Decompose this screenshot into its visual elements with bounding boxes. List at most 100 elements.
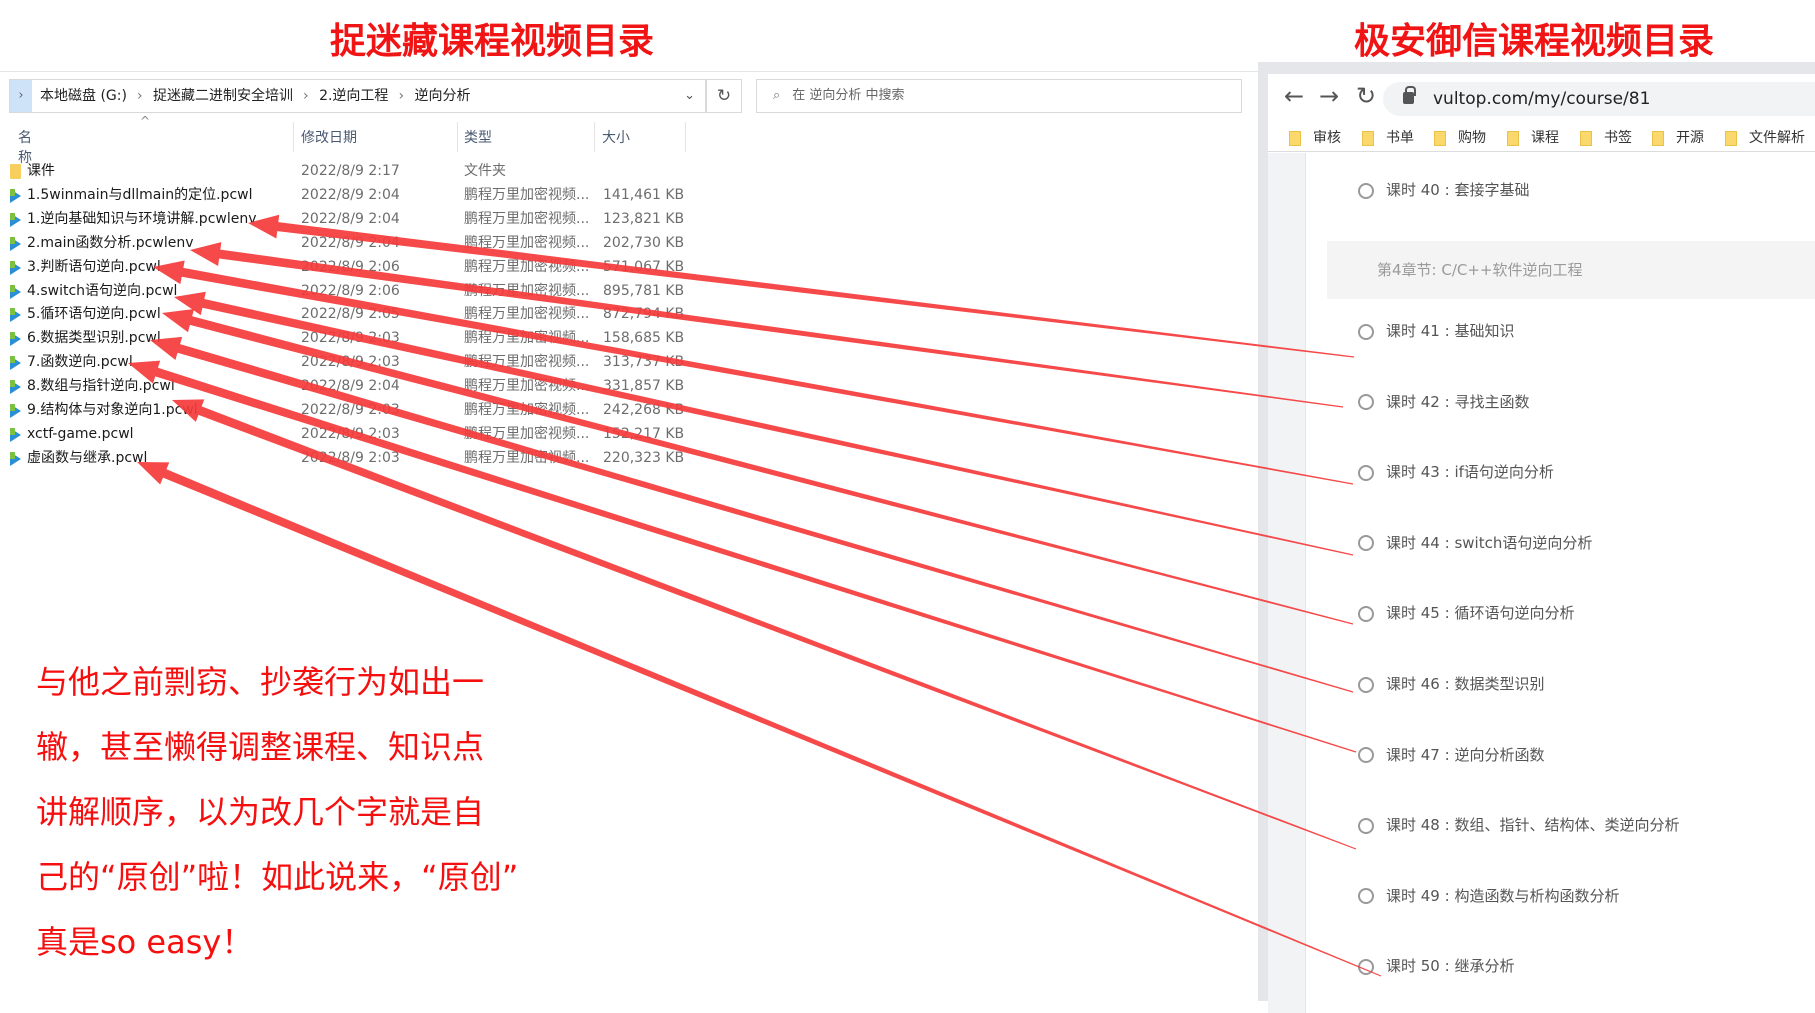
breadcrumb: 本地磁盘 (G:) › 捉迷藏二进制安全培训 › 2.逆向工程 › 逆向分析 (40, 88, 471, 104)
column-header-date[interactable]: 修改日期 (301, 127, 357, 147)
bookmark-item[interactable]: 书单 (1362, 127, 1414, 147)
lesson-item[interactable]: 课时 45 : 循环语句逆向分析 (1358, 602, 1574, 623)
breadcrumb-item[interactable]: 本地磁盘 (G:) (40, 88, 127, 104)
chevron-down-icon[interactable]: ⌄ (684, 80, 695, 112)
chevron-right-icon[interactable]: › (10, 80, 32, 112)
file-size: 141,461 KB (603, 186, 685, 203)
file-type: 鹏程万里加密视频... (464, 234, 590, 251)
file-row[interactable]: 虚函数与继承.pcwl 2022/8/9 2:03 鹏程万里加密视频... 22… (0, 447, 700, 470)
breadcrumb-item[interactable]: 2.逆向工程 (319, 88, 388, 104)
lesson-item[interactable]: 课时 40 : 套接字基础 (1358, 179, 1529, 200)
file-date: 2022/8/9 2:03 (301, 449, 400, 466)
file-type: 鹏程万里加密视频... (464, 210, 590, 227)
lesson-item[interactable]: 课时 49 : 构造函数与析构函数分析 (1358, 885, 1619, 906)
file-date: 2022/8/9 2:06 (301, 258, 400, 275)
file-row[interactable]: 9.结构体与对象逆向1.pcwl 2022/8/9 2:03 鹏程万里加密视频.… (0, 399, 700, 422)
bookmark-item[interactable]: 课程 (1507, 127, 1559, 147)
file-row[interactable]: 课件 2022/8/9 2:17 文件夹 (0, 160, 700, 183)
file-type: 鹏程万里加密视频... (464, 330, 590, 347)
file-size: 313,737 KB (603, 354, 685, 371)
file-size: 123,821 KB (603, 210, 685, 227)
video-file-icon (10, 380, 21, 395)
file-size: 152,217 KB (603, 425, 685, 442)
file-row[interactable]: 4.switch语句逆向.pcwl 2022/8/9 2:06 鹏程万里加密视频… (0, 280, 700, 303)
bookmark-item[interactable]: 审核 (1289, 127, 1341, 147)
lesson-item[interactable]: 课时 50 : 继承分析 (1358, 955, 1514, 976)
file-size: 331,857 KB (603, 378, 685, 395)
refresh-button[interactable]: ↻ (706, 79, 742, 113)
address-bar[interactable]: › 本地磁盘 (G:) › 捉迷藏二进制安全培训 › 2.逆向工程 › 逆向分析 ⌄ (9, 79, 706, 113)
tab-strip[interactable] (1268, 62, 1815, 74)
column-divider[interactable] (685, 122, 686, 152)
lesson-item[interactable]: 课时 42 : 寻找主函数 (1358, 391, 1529, 412)
file-name: 课件 (27, 163, 55, 179)
bookmark-label: 文件解析 (1749, 130, 1805, 146)
back-icon[interactable]: ← (1284, 82, 1304, 110)
circle-icon (1358, 958, 1374, 975)
file-row[interactable]: 5.循环语句逆向.pcwl 2022/8/9 2:05 鹏程万里加密视频... … (0, 303, 700, 326)
circle-icon (1358, 817, 1374, 834)
column-divider[interactable] (293, 122, 294, 152)
file-size: 872,794 KB (603, 306, 685, 323)
lesson-item[interactable]: 课时 44 : switch语句逆向分析 (1358, 532, 1592, 553)
lesson-item[interactable]: 课时 47 : 逆向分析函数 (1358, 744, 1544, 765)
column-header-type[interactable]: 类型 (464, 127, 492, 147)
video-file-icon (10, 427, 21, 442)
bookmark-item[interactable]: 购物 (1434, 127, 1486, 147)
right-title: 极安御信课程视频目录 (1353, 21, 1715, 62)
reload-icon[interactable]: ↻ (1356, 82, 1376, 110)
lesson-item[interactable]: 课时 48 : 数组、指针、结构体、类逆向分析 (1358, 814, 1679, 835)
file-row[interactable]: 2.main函数分析.pcwlenv 2022/8/9 2:04 鹏程万里加密视… (0, 232, 700, 255)
circle-icon (1358, 323, 1374, 340)
lesson-title: 课时 47 : 逆向分析函数 (1386, 745, 1545, 764)
bookmark-item[interactable]: 开源 (1652, 127, 1704, 147)
column-divider[interactable] (594, 122, 595, 152)
search-input[interactable]: ⌕ 在 逆向分析 中搜索 (756, 79, 1242, 113)
folder-icon (1362, 130, 1374, 146)
file-row[interactable]: 7.函数逆向.pcwl 2022/8/9 2:03 鹏程万里加密视频... 31… (0, 351, 700, 374)
lesson-title: 课时 45 : 循环语句逆向分析 (1386, 604, 1575, 623)
file-date: 2022/8/9 2:03 (301, 330, 400, 347)
file-type: 鹏程万里加密视频... (464, 378, 590, 395)
bookmark-item[interactable]: 书签 (1580, 127, 1632, 147)
lesson-item[interactable]: 课时 46 : 数据类型识别 (1358, 673, 1544, 694)
search-icon: ⌕ (773, 88, 781, 103)
column-divider[interactable] (457, 122, 458, 152)
video-file-icon (10, 236, 21, 251)
file-row[interactable]: 3.判断语句逆向.pcwl 2022/8/9 2:06 鹏程万里加密视频... … (0, 256, 700, 279)
breadcrumb-item[interactable]: 逆向分析 (415, 88, 471, 104)
folder-icon (1507, 130, 1519, 146)
file-date: 2022/8/9 2:06 (301, 282, 400, 299)
file-date: 2022/8/9 2:03 (301, 425, 400, 442)
file-date: 2022/8/9 2:04 (301, 378, 400, 395)
folder-icon (1725, 130, 1737, 146)
breadcrumb-item[interactable]: 捉迷藏二进制安全培训 (153, 88, 293, 104)
file-name: 4.switch语句逆向.pcwl (27, 282, 178, 299)
lesson-item[interactable]: 课时 41 : 基础知识 (1358, 320, 1514, 341)
url-bar[interactable]: vultop.com/my/course/81 (1383, 82, 1815, 116)
bookmark-item[interactable]: 文件解析 (1725, 127, 1805, 147)
divider (0, 71, 1258, 72)
bookmark-label: 书单 (1386, 130, 1414, 146)
sidebar (1268, 153, 1306, 1013)
file-size: 220,323 KB (603, 449, 685, 466)
file-row[interactable]: 1.5winmain与dllmain的定位.pcwl 2022/8/9 2:04… (0, 184, 700, 207)
lesson-item[interactable]: 课时 43 : if语句逆向分析 (1358, 461, 1554, 482)
folder-icon (1580, 130, 1592, 146)
file-row[interactable]: 8.数组与指针逆向.pcwl 2022/8/9 2:04 鹏程万里加密视频...… (0, 375, 700, 398)
forward-icon[interactable]: → (1319, 82, 1339, 110)
lesson-title: 课时 48 : 数组、指针、结构体、类逆向分析 (1386, 816, 1680, 835)
annotation-line: 讲解顺序，以为改几个字就是自 (36, 793, 485, 831)
circle-icon (1358, 464, 1374, 481)
file-name: 1.5winmain与dllmain的定位.pcwl (27, 186, 253, 203)
bookmark-label: 审核 (1313, 130, 1341, 146)
annotation-line: 与他之前剽窃、抄袭行为如出一 (36, 663, 485, 701)
file-row[interactable]: 6.数据类型识别.pcwl 2022/8/9 2:03 鹏程万里加密视频... … (0, 327, 700, 350)
video-file-icon (10, 260, 21, 275)
file-size: 158,685 KB (603, 330, 685, 347)
circle-icon (1358, 535, 1374, 552)
column-header-size[interactable]: 大小 (602, 127, 630, 147)
file-row[interactable]: xctf-game.pcwl 2022/8/9 2:03 鹏程万里加密视频...… (0, 423, 700, 446)
search-placeholder: 在 逆向分析 中搜索 (792, 88, 905, 103)
file-row[interactable]: 1.逆向基础知识与环境讲解.pcwlenv 2022/8/9 2:04 鹏程万里… (0, 208, 700, 231)
